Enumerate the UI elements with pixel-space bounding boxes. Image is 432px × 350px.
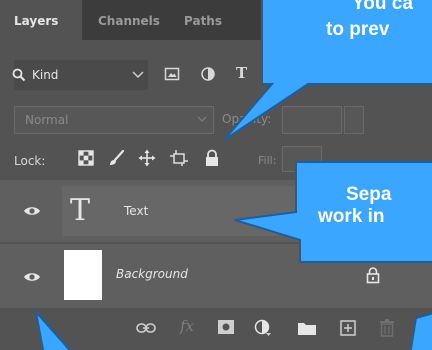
image-filter-icon[interactable] <box>164 66 180 82</box>
eye-icon[interactable] <box>23 271 41 283</box>
delete-layer-icon[interactable] <box>380 319 394 337</box>
fill-label: Fill: <box>258 154 277 167</box>
padlock-icon <box>366 267 380 284</box>
lock-label: Lock: <box>14 154 46 168</box>
adjustment-filter-icon[interactable] <box>200 66 216 82</box>
link-layers-icon[interactable] <box>136 322 156 334</box>
blend-mode-value: Normal <box>25 113 69 127</box>
callout-top-line1: You ca <box>352 0 413 14</box>
callout-middle-line2: work in <box>318 206 385 227</box>
opacity-dropdown[interactable] <box>344 106 364 134</box>
callout-middle-line1: Sepa <box>346 184 392 205</box>
lock-all-icon[interactable] <box>204 149 220 167</box>
tab-layers[interactable]: Layers <box>14 14 58 28</box>
type-filter-icon[interactable]: T <box>236 64 247 82</box>
search-icon <box>12 68 26 82</box>
chevron-down-icon <box>132 71 144 79</box>
opacity-input[interactable] <box>282 106 342 134</box>
layer-name-text[interactable]: Text <box>124 204 148 218</box>
lock-artboard-icon[interactable] <box>170 149 188 167</box>
fx-icon[interactable]: fx <box>180 317 194 335</box>
tab-paths[interactable]: Paths <box>184 14 222 28</box>
tab-channels[interactable]: Channels <box>98 14 160 28</box>
lock-transparent-pixels-icon[interactable] <box>78 150 94 166</box>
fill-input[interactable] <box>282 146 322 172</box>
callout-top-line2: to prev <box>326 19 390 40</box>
background-thumbnail <box>64 250 102 300</box>
new-layer-icon[interactable] <box>340 320 356 336</box>
lock-position-icon[interactable] <box>138 149 156 167</box>
lock-image-pixels-icon[interactable] <box>108 149 126 167</box>
new-adjustment-icon[interactable] <box>254 319 272 337</box>
add-mask-icon[interactable] <box>218 320 234 334</box>
blend-mode-dropdown[interactable]: Normal <box>14 106 214 134</box>
eye-icon[interactable] <box>23 205 41 217</box>
filter-kind-label: Kind <box>32 68 59 82</box>
layer-name-background[interactable]: Background <box>116 267 188 281</box>
filter-kind-dropdown[interactable]: Kind <box>12 60 148 90</box>
layers-bottom-toolbar <box>0 310 432 350</box>
type-layer-icon: T <box>70 193 91 228</box>
new-group-icon[interactable] <box>298 321 316 335</box>
chevron-down-icon <box>197 116 207 122</box>
opacity-label: Opacity: <box>222 112 272 126</box>
